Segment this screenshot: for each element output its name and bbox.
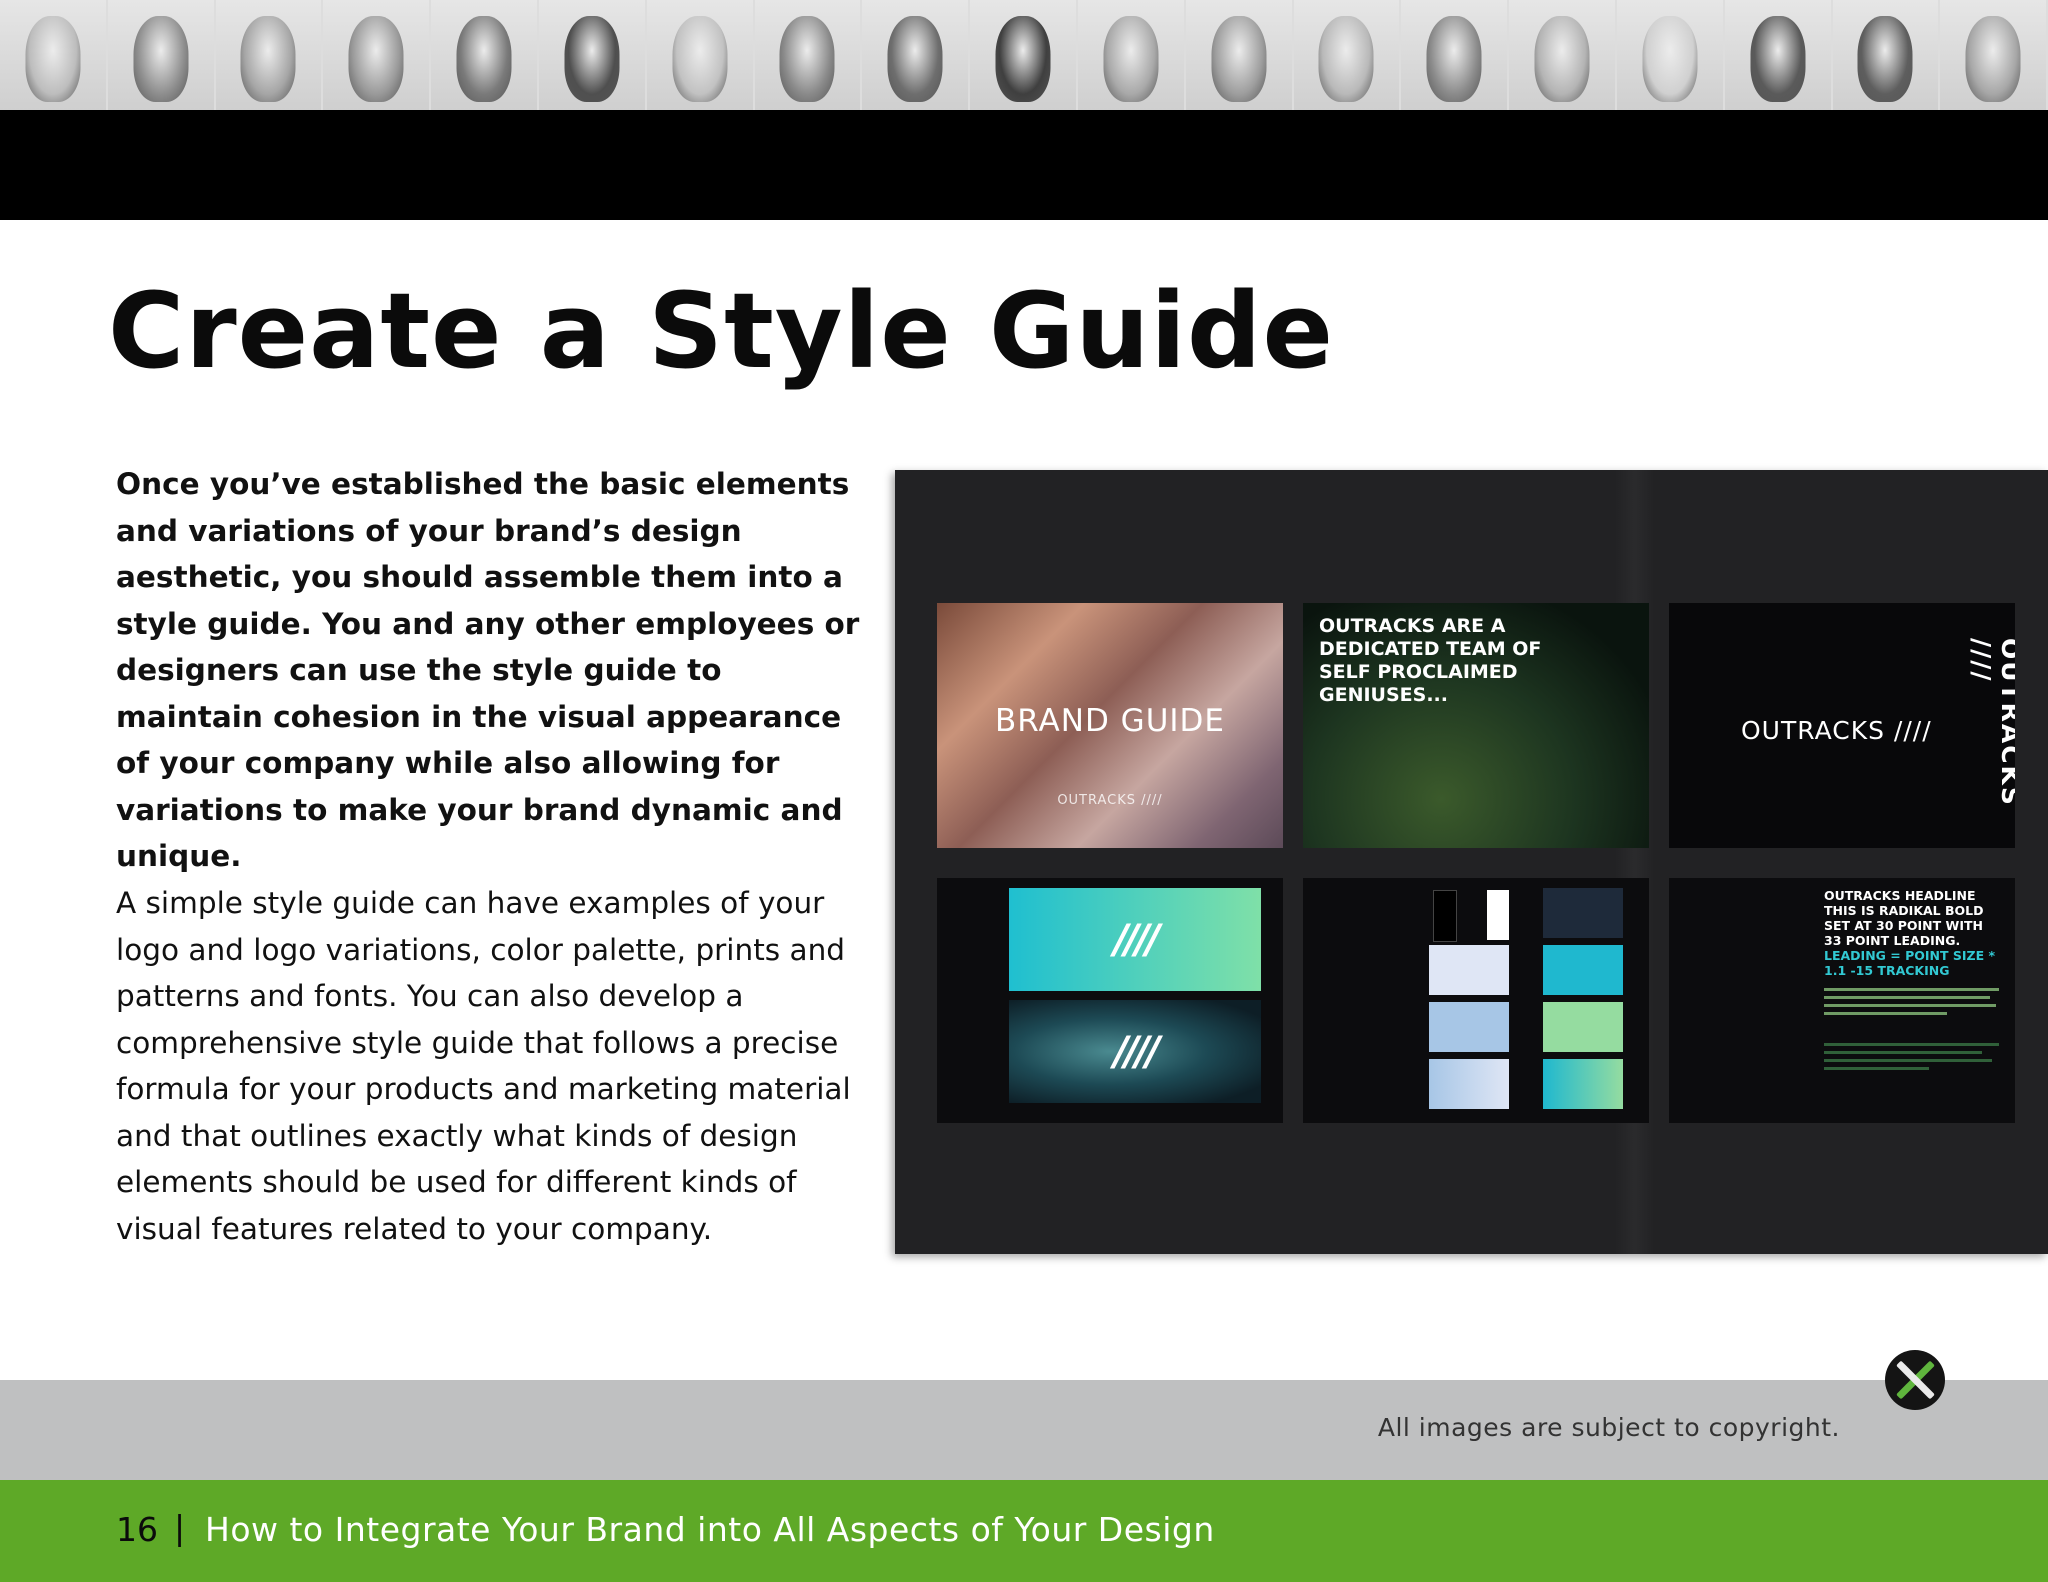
portrait-face	[1211, 16, 1267, 102]
headline-white: OUTRACKS HEADLINE THIS IS RADIKAL BOLD S…	[1824, 888, 1984, 948]
swatch-gradient	[1543, 1059, 1623, 1109]
book-title: How to Integrate Your Brand into All Asp…	[205, 1510, 1215, 1549]
portrait-face	[1103, 16, 1159, 102]
portrait-face	[1857, 16, 1913, 102]
portrait-face	[887, 16, 943, 102]
portrait-face	[779, 16, 835, 102]
x-logo-icon	[1885, 1350, 1945, 1410]
portrait-face	[348, 16, 404, 102]
footer-separator: |	[174, 1508, 186, 1547]
portrait-face	[25, 16, 81, 102]
header-portrait-photo	[1401, 0, 1510, 110]
swatch-white	[1487, 890, 1509, 940]
header-portrait-photo	[1077, 0, 1186, 110]
symbol-mark: ////	[1113, 916, 1160, 963]
team-intro-slide: OUTRACKS ARE A DEDICATED TEAM OF SELF PR…	[1303, 603, 1649, 848]
header-portrait-photo	[538, 0, 647, 110]
swatch-light-blue	[1429, 1002, 1509, 1052]
body-paragraph: A simple style guide can have examples o…	[116, 886, 851, 1246]
portrait-face	[1426, 16, 1482, 102]
caption-copy-sample	[1824, 1043, 1999, 1075]
team-intro-text: OUTRACKS ARE A DEDICATED TEAM OF SELF PR…	[1319, 615, 1542, 706]
portrait-face	[995, 16, 1051, 102]
header-portrait-photo	[323, 0, 432, 110]
logo-positioning-slide: OUTRACKS //// OUTRACKS ////	[1669, 603, 2015, 848]
swatch-cyan	[1543, 945, 1623, 995]
header-portrait-photo	[970, 0, 1078, 110]
symbol-mark-image: ////	[1113, 1028, 1160, 1075]
swatch-mint	[1543, 1002, 1623, 1052]
portrait-face	[564, 16, 620, 102]
header-black-band	[0, 110, 2048, 220]
header-portrait-photo	[215, 0, 324, 110]
header-photo-strip	[0, 0, 2048, 110]
symbol-slide: //// ////	[937, 878, 1283, 1123]
brand-guide-title: BRAND GUIDE	[995, 703, 1225, 739]
portrait-face	[1965, 16, 2021, 102]
page-title: Create a Style Guide	[108, 270, 1335, 392]
symbol-image-swatch: ////	[1009, 1000, 1261, 1103]
outracks-logo-horizontal: OUTRACKS ////	[1741, 716, 1932, 745]
symbol-gradient-swatch: ////	[1009, 888, 1261, 991]
style-guide-mockup-image: BRAND GUIDE OUTRACKS //// OUTRACKS ARE A…	[895, 470, 2048, 1254]
header-portrait-photo	[1940, 0, 2048, 110]
colour-palette-slide	[1303, 878, 1649, 1123]
portrait-face	[1534, 16, 1590, 102]
header-portrait-photo	[431, 0, 539, 110]
portrait-face	[672, 16, 728, 102]
intro-paragraph: Once you’ve established the basic elemen…	[116, 467, 860, 873]
header-portrait-photo	[646, 0, 755, 110]
portrait-face	[1750, 16, 1806, 102]
header-portrait-photo	[1185, 0, 1294, 110]
portrait-face	[1642, 16, 1698, 102]
header-portrait-photo	[1724, 0, 1833, 110]
header-portrait-photo	[1616, 0, 1725, 110]
header-portrait-photo	[107, 0, 216, 110]
portrait-face	[456, 16, 512, 102]
typography-headline: OUTRACKS HEADLINE THIS IS RADIKAL BOLD S…	[1824, 888, 2004, 978]
header-portrait-photo	[1832, 0, 1941, 110]
portrait-face	[1318, 16, 1374, 102]
body-copy-sample	[1824, 988, 1999, 1020]
header-portrait-photo	[754, 0, 863, 110]
outracks-logo-vertical: OUTRACKS ////	[1967, 638, 2015, 807]
typography-slide: OUTRACKS HEADLINE THIS IS RADIKAL BOLD S…	[1669, 878, 2015, 1123]
copyright-notice: All images are subject to copyright.	[1377, 1413, 1840, 1442]
outracks-logo-vertical-wrap: OUTRACKS ////	[1967, 638, 2015, 813]
header-portrait-photo	[1293, 0, 1402, 110]
header-portrait-photo	[1509, 0, 1617, 110]
swatch-black	[1433, 890, 1457, 942]
swatch-navy	[1543, 888, 1623, 938]
outracks-small-logo: OUTRACKS ////	[1057, 793, 1163, 808]
portrait-face	[133, 16, 189, 102]
swatch-pale-lavender	[1429, 945, 1509, 995]
header-portrait-photo	[862, 0, 971, 110]
portrait-face	[240, 16, 296, 102]
brand-guide-cover-slide: BRAND GUIDE OUTRACKS ////	[937, 603, 1283, 848]
headline-teal: LEADING = POINT SIZE * 1.1 -15 TRACKING	[1824, 948, 1996, 978]
swatch-blue-gradient	[1429, 1059, 1509, 1109]
page-fold	[1615, 470, 1655, 1254]
header-portrait-photo	[0, 0, 108, 110]
page-number: 16	[116, 1510, 158, 1549]
